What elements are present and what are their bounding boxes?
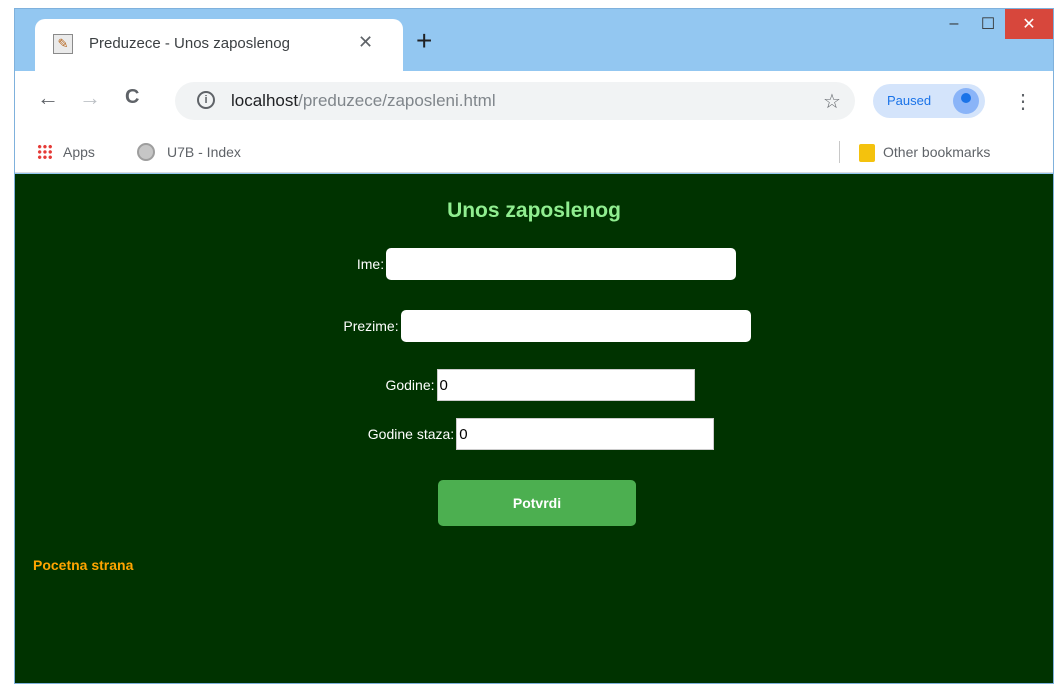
tab-strip: ✎ Preduzece - Unos zaposlenog ✕ + – ☐ ✕ bbox=[15, 9, 1053, 71]
maximize-icon[interactable]: ☐ bbox=[971, 9, 1005, 39]
ime-label: Ime: bbox=[356, 256, 385, 272]
new-tab-icon[interactable]: + bbox=[416, 27, 432, 55]
bookmark-apps[interactable]: Apps bbox=[63, 144, 95, 160]
url-path: /preduzece/zaposleni.html bbox=[298, 91, 496, 110]
other-bookmarks[interactable]: Other bookmarks bbox=[883, 144, 990, 160]
close-tab-icon[interactable]: ✕ bbox=[358, 32, 373, 53]
forward-arrow-icon[interactable]: → bbox=[79, 85, 101, 111]
ime-input[interactable] bbox=[386, 248, 737, 280]
browser-window: ✎ Preduzece - Unos zaposlenog ✕ + – ☐ ✕ … bbox=[14, 8, 1054, 684]
bookmarks-bar: Apps U7B - Index Other bookmarks bbox=[15, 131, 1053, 173]
url-text[interactable]: localhost/preduzece/zaposleni.html bbox=[231, 91, 496, 111]
godine-staza-label: Godine staza: bbox=[367, 426, 455, 442]
bookmark-star-icon[interactable]: ☆ bbox=[823, 89, 841, 114]
address-bar[interactable]: i localhost/preduzece/zaposleni.html bbox=[175, 82, 855, 120]
godine-staza-input[interactable] bbox=[456, 418, 715, 450]
apps-grid-icon[interactable] bbox=[37, 144, 53, 160]
close-window-icon[interactable]: ✕ bbox=[1005, 9, 1053, 39]
prezime-label: Prezime: bbox=[343, 318, 399, 334]
prezime-input[interactable] bbox=[400, 310, 751, 342]
back-arrow-icon[interactable]: ← bbox=[37, 85, 59, 111]
godine-input[interactable] bbox=[436, 369, 695, 401]
reload-icon[interactable]: C bbox=[125, 86, 139, 109]
godine-staza-row: Godine staza: bbox=[15, 418, 1053, 450]
window-controls: – ☐ ✕ bbox=[937, 9, 1053, 39]
page-favicon-icon: ✎ bbox=[53, 34, 73, 54]
menu-icon[interactable]: ⋮ bbox=[1013, 89, 1033, 114]
godine-label: Godine: bbox=[385, 377, 435, 393]
bookmark-index[interactable]: U7B - Index bbox=[167, 144, 241, 160]
avatar-icon bbox=[953, 88, 979, 114]
folder-icon bbox=[859, 144, 875, 162]
submit-button[interactable]: Potvrdi bbox=[438, 480, 636, 526]
info-icon[interactable]: i bbox=[197, 91, 215, 109]
profile-button[interactable]: Paused bbox=[873, 84, 985, 118]
page-viewport: Unos zaposlenog Ime: Prezime: Godine: Go… bbox=[15, 174, 1053, 683]
browser-toolbar: ← → C i localhost/preduzece/zaposleni.ht… bbox=[15, 71, 1053, 131]
godine-row: Godine: bbox=[15, 369, 1053, 401]
prezime-row: Prezime: bbox=[15, 310, 1053, 342]
tab-title: Preduzece - Unos zaposlenog bbox=[89, 35, 290, 52]
profile-label: Paused bbox=[887, 93, 932, 108]
globe-icon bbox=[137, 143, 155, 161]
url-host: localhost bbox=[231, 91, 299, 110]
ime-row: Ime: bbox=[15, 248, 1053, 280]
home-link[interactable]: Pocetna strana bbox=[33, 557, 133, 573]
minimize-icon[interactable]: – bbox=[937, 9, 971, 39]
bookmarks-divider bbox=[839, 141, 840, 163]
page-title: Unos zaposlenog bbox=[447, 199, 621, 222]
tab-active[interactable]: ✎ Preduzece - Unos zaposlenog ✕ bbox=[35, 19, 403, 71]
